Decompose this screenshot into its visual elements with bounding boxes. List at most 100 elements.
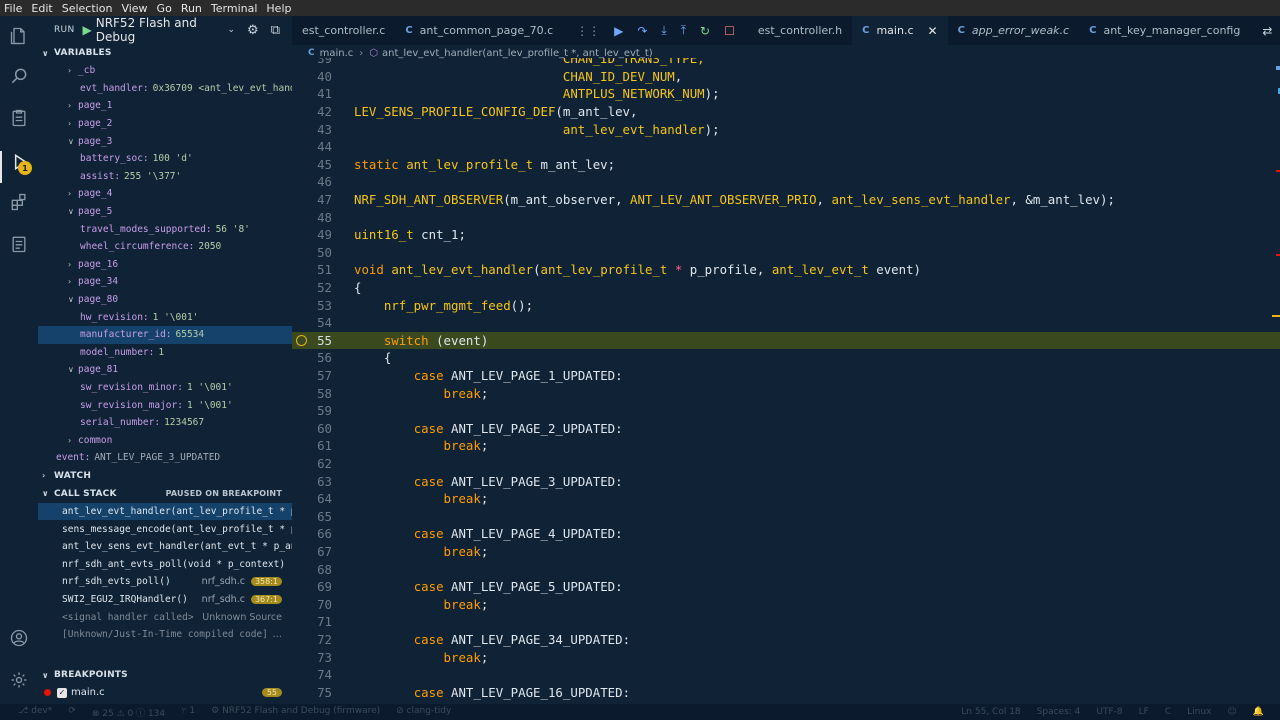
- frame-function: [Unknown/Just-In-Time compiled code]: [62, 629, 268, 641]
- settings-icon[interactable]: [7, 668, 31, 692]
- line-number: 42: [317, 104, 332, 120]
- status-item[interactable]: ⟳: [68, 706, 76, 719]
- chevron-down-icon[interactable]: ⌄: [228, 25, 236, 35]
- variable-row[interactable]: battery_soc: 100 'd': [38, 150, 292, 168]
- stop-icon[interactable]: ☐: [724, 24, 735, 38]
- variable-row[interactable]: ∨ page_80: [38, 291, 292, 309]
- restart-icon[interactable]: ↻: [700, 24, 710, 38]
- breakpoint-checkbox[interactable]: ✓: [57, 687, 67, 698]
- menu-go[interactable]: Go: [157, 2, 172, 15]
- status-item[interactable]: ⊗ 25 ⚠ 0 ⓘ 134: [92, 706, 165, 719]
- code-token: uint16_t: [354, 227, 414, 243]
- editor-tab[interactable]: est_controller.h: [748, 16, 852, 45]
- variable-row[interactable]: ∨ page_3: [38, 132, 292, 150]
- continue-icon[interactable]: ▶: [614, 24, 623, 38]
- breakpoints-header[interactable]: ∨ BREAKPOINTS: [38, 666, 292, 684]
- status-item[interactable]: LF: [1139, 707, 1149, 717]
- variable-row[interactable]: sw_revision_minor: 1 '\001': [38, 379, 292, 397]
- step-into-icon[interactable]: ⤓: [661, 23, 666, 38]
- status-item[interactable]: Ln 55, Col 18: [961, 707, 1020, 717]
- variable-row[interactable]: ∨ page_5: [38, 203, 292, 221]
- menu-help[interactable]: Help: [266, 2, 291, 15]
- variable-row[interactable]: hw_revision: 1 '\001': [38, 308, 292, 326]
- drag-handle-icon[interactable]: ⋮⋮: [576, 24, 600, 38]
- c-file-icon: C: [308, 48, 315, 58]
- variable-row[interactable]: › common: [38, 431, 292, 449]
- variable-row[interactable]: › page_2: [38, 115, 292, 133]
- line-number: 40: [317, 68, 332, 84]
- callstack-frame[interactable]: ant_lev_evt_handler(ant_lev_profile_t * …: [38, 502, 292, 521]
- callstack-frame[interactable]: nrf_sdh_ant_evts_poll(void * p_context): [38, 555, 292, 573]
- watch-header[interactable]: › WATCH: [38, 467, 292, 485]
- step-out-icon[interactable]: ⤒: [681, 23, 686, 38]
- code-line: 64 break;: [292, 490, 1280, 508]
- line-number: 39: [317, 58, 332, 67]
- status-item[interactable]: Spaces: 4: [1037, 707, 1081, 717]
- editor-tab[interactable]: Cant_common_page_70.c: [395, 16, 563, 45]
- callstack-frame[interactable]: <signal handler called> Unknown Source: [38, 608, 292, 626]
- status-item[interactable]: ☺: [1227, 707, 1236, 717]
- extensions-icon[interactable]: [7, 190, 31, 214]
- status-item[interactable]: 🔔: [1253, 707, 1264, 717]
- code-token: (event): [428, 332, 489, 348]
- variable-row[interactable]: wheel_circumference: 2050: [38, 238, 292, 256]
- code-line: 69 case ANT_LEV_PAGE_5_UPDATED:: [292, 578, 1280, 596]
- variable-row[interactable]: › page_34: [38, 273, 292, 291]
- callstack-frame[interactable]: [Unknown/Just-In-Time compiled code]…: [38, 626, 292, 644]
- status-item[interactable]: Linux: [1187, 707, 1211, 717]
- variable-row[interactable]: evt_handler:0x36709 <ant_lev_evt_handle…: [38, 80, 292, 98]
- variable-row[interactable]: › page_4: [38, 185, 292, 203]
- compare-icon[interactable]: ⇄: [1262, 24, 1272, 38]
- breadcrumb-file[interactable]: main.c: [320, 48, 354, 59]
- close-icon[interactable]: ✕: [928, 24, 938, 38]
- editor-tab[interactable]: Cmain.c ✕: [852, 16, 948, 45]
- account-icon[interactable]: [7, 626, 31, 650]
- variable-row[interactable]: travel_modes_supported: 56 '8': [38, 220, 292, 238]
- callstack-frame[interactable]: nrf_sdh_evts_poll() nrf_sdh.c 358:1: [38, 573, 292, 591]
- variable-row[interactable]: event: ANT_LEV_PAGE_3_UPDATED: [38, 449, 292, 467]
- menu-file[interactable]: File: [4, 2, 22, 15]
- debug-console-icon[interactable]: ⧉: [271, 23, 280, 38]
- callstack-frame[interactable]: SWI2_EGU2_IRQHandler() nrf_sdh.c 367:1: [38, 591, 292, 609]
- explorer-icon[interactable]: [7, 24, 31, 48]
- callstack-header[interactable]: ∨ CALL STACK PAUSED ON BREAKPOINT: [38, 485, 292, 503]
- test-icon[interactable]: [7, 232, 31, 256]
- menu-selection[interactable]: Selection: [62, 2, 113, 15]
- source-control-icon[interactable]: [7, 106, 31, 130]
- status-item[interactable]: ⑂ 1: [181, 706, 195, 719]
- step-over-icon[interactable]: ↷: [637, 24, 647, 38]
- code-editor[interactable]: 39 CHAN_ID_TRANS_TYPE, 40 CHAN_ID_DEV_NUM…: [292, 58, 1280, 704]
- editor-tab[interactable]: Capp_error_weak.c: [948, 16, 1080, 45]
- callstack-frame[interactable]: sens_message_encode(ant_lev_profile_t * …: [38, 520, 292, 538]
- gear-icon[interactable]: ⚙: [247, 23, 259, 38]
- status-item[interactable]: UTF-8: [1096, 707, 1122, 717]
- editor-tab[interactable]: est_controller.c: [292, 16, 395, 45]
- code-line: 42 LEV_SENS_PROFILE_CONFIG_DEF(m_ant_lev,: [292, 103, 1280, 121]
- line-number: 58: [317, 385, 332, 401]
- variable-row[interactable]: serial_number: 1234567: [38, 414, 292, 432]
- menu-view[interactable]: View: [121, 2, 147, 15]
- editor-tab[interactable]: Cant_key_manager_config: [1079, 16, 1250, 45]
- variable-row[interactable]: assist: 255 '\377': [38, 168, 292, 186]
- status-item[interactable]: ⎇ dev*: [18, 706, 52, 719]
- launch-config-select[interactable]: NRF52 Flash and Debug: [96, 16, 222, 44]
- search-icon[interactable]: [7, 64, 31, 88]
- menu-terminal[interactable]: Terminal: [211, 2, 258, 15]
- variables-header[interactable]: ∨ VARIABLES: [38, 44, 292, 62]
- status-item[interactable]: ⊘ clang-tidy: [396, 706, 451, 719]
- variable-row[interactable]: › page_1: [38, 97, 292, 115]
- status-item[interactable]: ⚙ NRF52 Flash and Debug (firmware): [211, 706, 380, 719]
- status-item[interactable]: C: [1165, 707, 1171, 717]
- variable-row[interactable]: manufacturer_id: 65534: [38, 325, 292, 344]
- variable-row[interactable]: › page_16: [38, 256, 292, 274]
- menu-run[interactable]: Run: [181, 2, 202, 15]
- variable-row[interactable]: › _cb: [38, 62, 292, 80]
- variable-row[interactable]: ∨ page_81: [38, 361, 292, 379]
- variable-row[interactable]: model_number: 1: [38, 344, 292, 362]
- menu-edit[interactable]: Edit: [31, 2, 52, 15]
- variable-row[interactable]: sw_revision_major: 1 '\001': [38, 396, 292, 414]
- breadcrumb-symbol[interactable]: ant_lev_evt_handler(ant_lev_profile_t *,…: [382, 48, 653, 59]
- breakpoint-row[interactable]: ✓ main.c 55: [38, 684, 292, 701]
- start-debug-icon[interactable]: ▶: [82, 23, 91, 37]
- callstack-frame[interactable]: ant_lev_sens_evt_handler(ant_evt_t * p_a…: [38, 538, 292, 556]
